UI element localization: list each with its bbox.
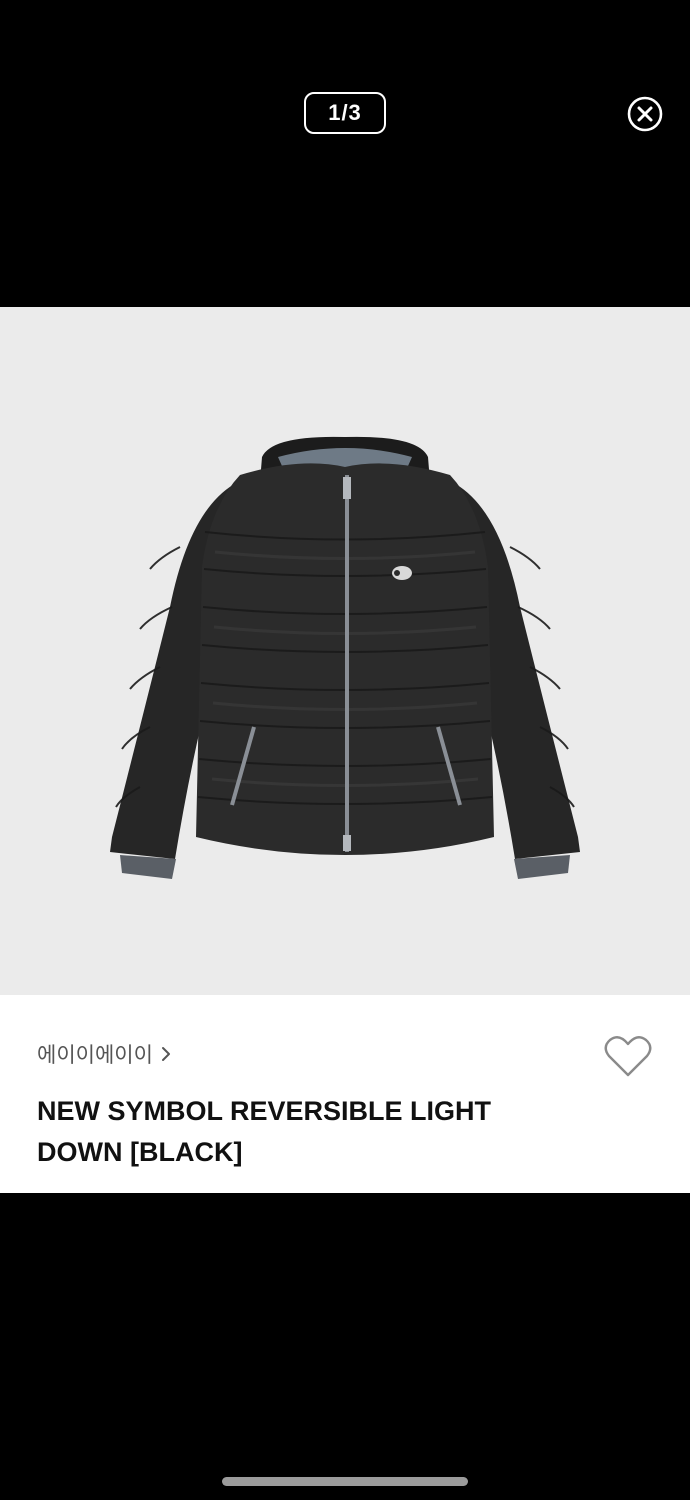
chevron-right-icon <box>161 1047 170 1061</box>
product-image[interactable] <box>0 307 690 995</box>
product-title: NEW SYMBOL REVERSIBLE LIGHT DOWN [BLACK] <box>37 1096 492 1167</box>
wishlist-button[interactable] <box>604 1035 652 1079</box>
close-button[interactable] <box>626 95 664 133</box>
product-info-panel: 에이이에이이 NEW SYMBOL REVERSIBLE LIGHT DOWN … <box>0 995 690 1193</box>
brand-name: 에이이에이이 <box>37 1044 153 1067</box>
close-circle-icon <box>627 96 663 132</box>
image-counter: 1/3 <box>304 92 386 134</box>
brand-link[interactable]: 에이이에이이 <box>37 1039 171 1069</box>
home-indicator[interactable] <box>222 1477 468 1486</box>
heart-outline-icon <box>604 1036 652 1077</box>
puffer-jacket-image <box>110 436 580 879</box>
